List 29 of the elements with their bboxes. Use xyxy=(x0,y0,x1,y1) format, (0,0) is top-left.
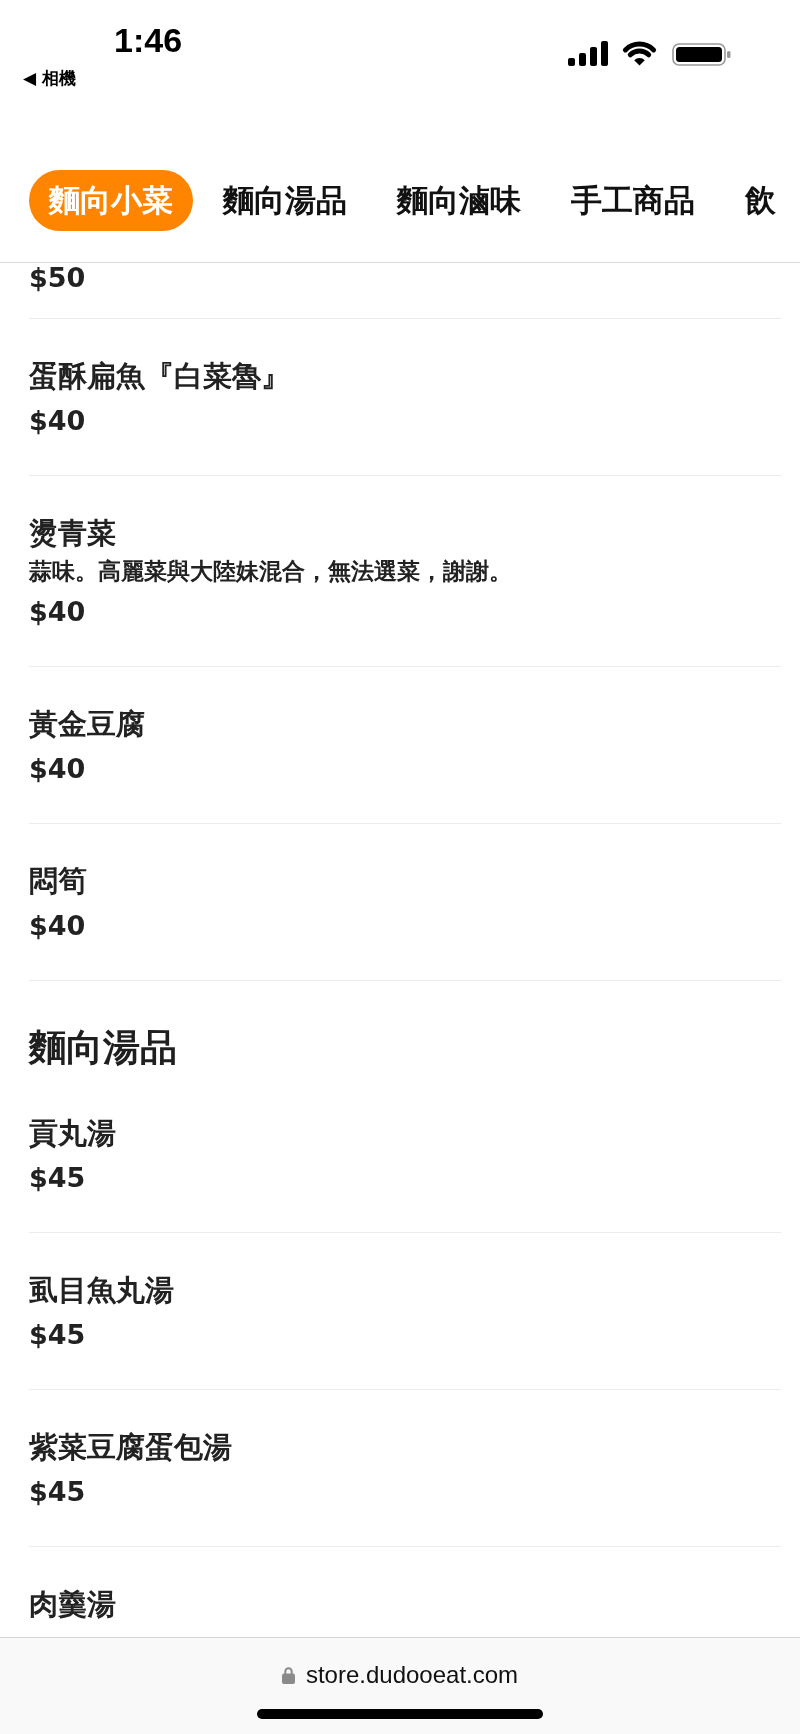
category-tab[interactable]: 麵向滷味 xyxy=(377,170,541,231)
item-name[interactable]: 悶筍 xyxy=(29,862,781,900)
item-name[interactable]: 紫菜豆腐蛋包湯 xyxy=(29,1428,781,1466)
battery-icon xyxy=(672,43,731,66)
item-price: $45 xyxy=(29,1318,87,1352)
item-price: $40 xyxy=(29,909,87,943)
item-name[interactable]: 虱目魚丸湯 xyxy=(29,1271,781,1309)
section-heading: 麵向湯品 xyxy=(29,1025,178,1071)
wifi-icon xyxy=(621,41,658,66)
signal-icon xyxy=(568,41,609,66)
status-time: 1:46 xyxy=(114,22,183,58)
item-name[interactable]: 燙青菜 xyxy=(29,514,781,552)
lock-icon xyxy=(281,1666,295,1684)
category-tab[interactable]: 飲 xyxy=(725,170,796,231)
item-price: $50 xyxy=(29,263,87,293)
item-price: $45 xyxy=(29,1161,87,1195)
item-price: $45 xyxy=(29,1475,87,1509)
category-tab[interactable]: 麵向湯品 xyxy=(203,170,367,231)
item-price: $40 xyxy=(29,595,87,629)
item-name[interactable]: 貢丸湯 xyxy=(29,1114,781,1152)
back-link[interactable]: ◀ 相機 xyxy=(23,68,76,88)
item-name[interactable]: 肉羹湯 xyxy=(29,1585,781,1623)
item-price: $40 xyxy=(29,752,87,786)
item-price: $40 xyxy=(29,404,87,438)
address-bar-url[interactable]: store.dudooeat.com xyxy=(305,1663,519,1687)
item-name[interactable]: 蛋酥扁魚『白菜魯』 xyxy=(29,357,781,395)
item-name[interactable]: 黃金豆腐 xyxy=(29,705,781,743)
category-tab[interactable]: 手工商品 xyxy=(551,170,715,231)
item-description: 蒜味。高麗菜與大陸妹混合，無法選菜，謝謝。 xyxy=(29,557,513,586)
